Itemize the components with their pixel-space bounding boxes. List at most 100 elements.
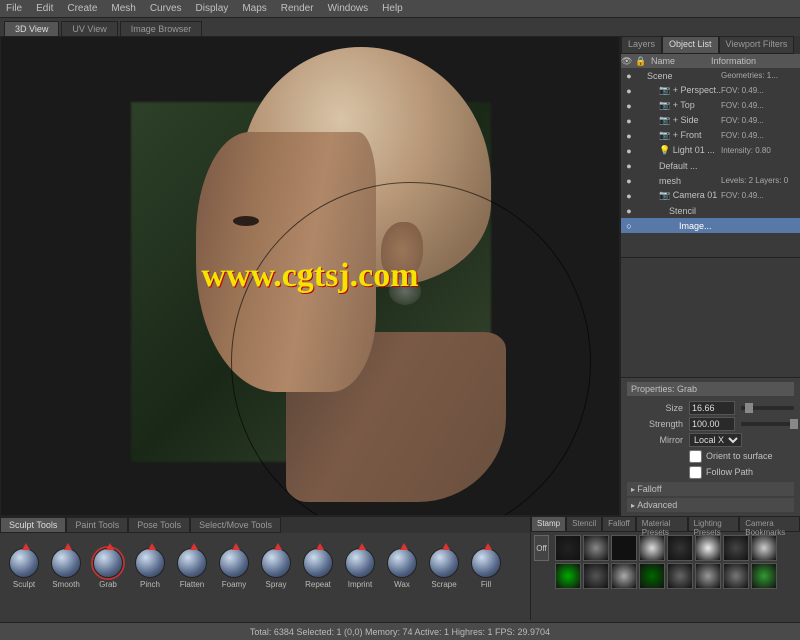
object-list[interactable]: ●SceneGeometries: 1...●📷 + Perspect...FO… xyxy=(621,68,800,258)
tab-select-move-tools[interactable]: Select/Move Tools xyxy=(190,517,281,533)
visibility-toggle[interactable]: ○ xyxy=(623,221,635,231)
tool-sculpt[interactable]: Sculpt xyxy=(4,548,44,589)
tab-sculpt-tools[interactable]: Sculpt Tools xyxy=(0,517,66,533)
visibility-toggle[interactable]: ● xyxy=(623,146,635,156)
tab-3d-view[interactable]: 3D View xyxy=(4,21,59,36)
tool-label: Pinch xyxy=(140,580,160,589)
stamp-swatch[interactable] xyxy=(583,563,609,589)
stamp-swatch[interactable] xyxy=(639,563,665,589)
menu-maps[interactable]: Maps xyxy=(242,3,266,14)
mirror-select[interactable]: Local X xyxy=(689,433,742,447)
stamp-swatch[interactable] xyxy=(695,563,721,589)
stamp-swatch[interactable] xyxy=(667,563,693,589)
right-panel-tabs: Layers Object List Viewport Filters xyxy=(621,36,800,54)
menu-edit[interactable]: Edit xyxy=(36,3,53,14)
tab-stamp[interactable]: Stamp xyxy=(531,516,566,532)
size-input[interactable] xyxy=(689,401,735,415)
stamp-swatch[interactable] xyxy=(639,535,665,561)
strength-slider[interactable] xyxy=(741,422,794,426)
object-row[interactable]: ●📷 + Perspect...FOV: 0.49... xyxy=(621,83,800,98)
menu-display[interactable]: Display xyxy=(196,3,229,14)
stamp-swatch[interactable] xyxy=(695,535,721,561)
tool-repeat[interactable]: Repeat xyxy=(298,548,338,589)
tool-imprint[interactable]: Imprint xyxy=(340,548,380,589)
eye-geo xyxy=(233,216,259,226)
menu-render[interactable]: Render xyxy=(281,3,314,14)
tool-grab[interactable]: Grab xyxy=(88,548,128,589)
stamp-swatch[interactable] xyxy=(555,563,581,589)
object-row[interactable]: ●SceneGeometries: 1... xyxy=(621,68,800,83)
strength-input[interactable] xyxy=(689,417,735,431)
menu-windows[interactable]: Windows xyxy=(328,3,369,14)
menu-help[interactable]: Help xyxy=(382,3,403,14)
visibility-toggle[interactable]: ● xyxy=(623,176,635,186)
followpath-checkbox[interactable] xyxy=(689,466,702,479)
col-vis-icon[interactable]: 👁 xyxy=(621,56,635,67)
section-advanced[interactable]: Advanced xyxy=(627,498,794,512)
object-row[interactable]: ●Stencil xyxy=(621,203,800,218)
tab-material-presets[interactable]: Material Presets xyxy=(636,516,688,532)
orient-checkbox[interactable] xyxy=(689,450,702,463)
menu-curves[interactable]: Curves xyxy=(150,3,182,14)
stamp-swatch[interactable] xyxy=(751,535,777,561)
menu-create[interactable]: Create xyxy=(67,3,97,14)
visibility-toggle[interactable]: ● xyxy=(623,131,635,141)
visibility-toggle[interactable]: ● xyxy=(623,86,635,96)
object-row[interactable]: ●meshLevels: 2 Layers: 0 xyxy=(621,173,800,188)
object-row[interactable]: ●Default ... xyxy=(621,158,800,173)
viewport-3d[interactable]: www.cgtsj.com xyxy=(0,36,620,516)
tool-foamy[interactable]: Foamy xyxy=(214,548,254,589)
object-row[interactable]: ●💡 Light 01 ...Intensity: 0.80 xyxy=(621,143,800,158)
stamp-off-button[interactable]: Off xyxy=(534,535,549,561)
object-row[interactable]: ●📷 + TopFOV: 0.49... xyxy=(621,98,800,113)
tab-falloff[interactable]: Falloff xyxy=(602,516,636,532)
visibility-toggle[interactable]: ● xyxy=(623,116,635,126)
tab-pose-tools[interactable]: Pose Tools xyxy=(128,517,190,533)
object-row[interactable]: ○Image... xyxy=(621,218,800,233)
stamp-swatch[interactable] xyxy=(611,535,637,561)
tab-lighting-presets[interactable]: Lighting Presets xyxy=(688,516,740,532)
tool-flatten[interactable]: Flatten xyxy=(172,548,212,589)
tool-spray[interactable]: Spray xyxy=(256,548,296,589)
visibility-toggle[interactable]: ● xyxy=(623,206,635,216)
object-row[interactable]: ●📷 + SideFOV: 0.49... xyxy=(621,113,800,128)
visibility-toggle[interactable]: ● xyxy=(623,71,635,81)
visibility-toggle[interactable]: ● xyxy=(623,161,635,171)
tool-smooth[interactable]: Smooth xyxy=(46,548,86,589)
visibility-toggle[interactable]: ● xyxy=(623,191,635,201)
status-bar: Total: 6384 Selected: 1 (0,0) Memory: 74… xyxy=(0,622,800,640)
stamp-swatch[interactable] xyxy=(723,535,749,561)
stamp-swatch[interactable] xyxy=(667,535,693,561)
tool-fill[interactable]: Fill xyxy=(466,548,506,589)
tab-uv-view[interactable]: UV View xyxy=(61,21,117,36)
stamp-swatch[interactable] xyxy=(555,535,581,561)
tool-icon xyxy=(387,548,417,578)
object-row[interactable]: ●📷 + FrontFOV: 0.49... xyxy=(621,128,800,143)
tool-wax[interactable]: Wax xyxy=(382,548,422,589)
tool-scrape[interactable]: Scrape xyxy=(424,548,464,589)
tab-paint-tools[interactable]: Paint Tools xyxy=(66,517,128,533)
tool-pinch[interactable]: Pinch xyxy=(130,548,170,589)
stamp-swatch[interactable] xyxy=(751,563,777,589)
tab-stencil[interactable]: Stencil xyxy=(566,516,602,532)
object-row[interactable]: ●📷 Camera 01FOV: 0.49... xyxy=(621,188,800,203)
tab-viewport-filters[interactable]: Viewport Filters xyxy=(719,36,795,54)
stamp-swatch[interactable] xyxy=(583,535,609,561)
stamp-swatch[interactable] xyxy=(723,563,749,589)
panel-spacer xyxy=(621,258,800,377)
menu-file[interactable]: File xyxy=(6,3,22,14)
tab-object-list[interactable]: Object List xyxy=(662,36,719,54)
col-lock-icon[interactable]: 🔒 xyxy=(635,56,649,67)
tab-layers[interactable]: Layers xyxy=(621,36,662,54)
object-info: FOV: 0.49... xyxy=(721,101,800,110)
object-info: Intensity: 0.80 xyxy=(721,146,800,155)
section-falloff[interactable]: Falloff xyxy=(627,482,794,496)
col-info[interactable]: Information xyxy=(709,56,800,66)
size-slider[interactable] xyxy=(741,406,794,410)
visibility-toggle[interactable]: ● xyxy=(623,101,635,111)
stamp-swatch[interactable] xyxy=(611,563,637,589)
menu-mesh[interactable]: Mesh xyxy=(111,3,135,14)
col-name[interactable]: Name xyxy=(649,56,709,66)
tab-camera-bookmarks[interactable]: Camera Bookmarks xyxy=(739,516,800,532)
tab-image-browser[interactable]: Image Browser xyxy=(120,21,203,36)
